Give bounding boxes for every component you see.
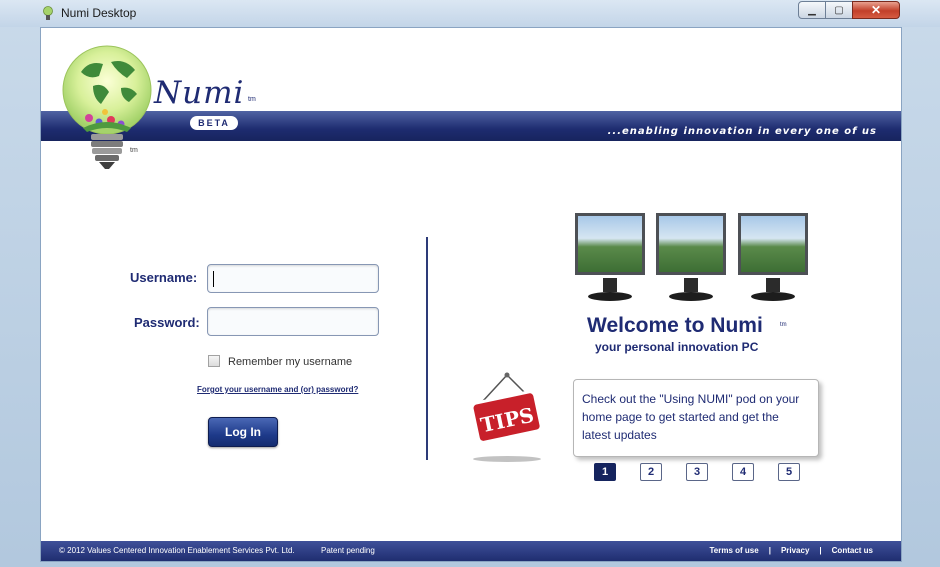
tip-page-3[interactable]: 3 (686, 463, 708, 481)
welcome-trademark: tm (780, 322, 787, 328)
monitor-image-right (735, 210, 811, 306)
close-button[interactable]: ✕ (852, 1, 900, 19)
tips-sign-icon: TIPS (470, 372, 543, 462)
tip-page-4[interactable]: 4 (732, 463, 754, 481)
text-caret (213, 271, 214, 287)
patent-text: Patent pending (321, 546, 375, 555)
vertical-divider (426, 237, 428, 460)
tagline: ...enabling innovation in every one of u… (607, 126, 877, 137)
bulb-trademark: tm (130, 147, 138, 154)
lightbulb-globe-logo (62, 45, 152, 169)
tip-page-1[interactable]: 1 (594, 463, 616, 481)
tip-text: Check out the "Using NUMI" pod on your h… (582, 392, 800, 442)
contact-link[interactable]: Contact us (832, 546, 873, 555)
window-title: Numi Desktop (61, 6, 137, 20)
welcome-subtitle: your personal innovation PC (595, 340, 759, 354)
terms-link[interactable]: Terms of use (709, 546, 758, 555)
monitor-image-center (653, 210, 729, 306)
numi-logo-text: Numi (154, 75, 245, 111)
password-label: Password: (134, 315, 200, 330)
remember-username-checkbox[interactable] (208, 355, 220, 367)
forgot-credentials-link[interactable]: Forgot your username and (or) password? (197, 385, 358, 394)
minimize-button[interactable]: ▁ (798, 1, 826, 19)
privacy-link[interactable]: Privacy (781, 546, 809, 555)
welcome-title: Welcome to Numi (587, 314, 763, 337)
password-field[interactable] (207, 307, 379, 336)
username-field[interactable] (207, 264, 379, 293)
bulb-app-icon (43, 6, 53, 20)
logo-trademark: tm (248, 96, 256, 103)
tip-page-5[interactable]: 5 (778, 463, 800, 481)
footer-links: Terms of use | Privacy | Contact us (709, 546, 873, 555)
app-window: Numi Desktop ▁ ▢ ✕ ...enabling innovatio… (0, 0, 940, 567)
main-content: ...enabling innovation in every one of u… (40, 27, 902, 562)
tip-message-box: Check out the "Using NUMI" pod on your h… (573, 379, 819, 457)
footer-separator: | (819, 546, 822, 555)
footer-bar: © 2012 Values Centered Innovation Enable… (41, 541, 901, 561)
maximize-button[interactable]: ▢ (825, 1, 853, 19)
footer-separator: | (768, 546, 771, 555)
window-controls: ▁ ▢ ✕ (798, 1, 900, 19)
copyright-text: © 2012 Values Centered Innovation Enable… (59, 546, 295, 555)
monitor-image-left (572, 210, 648, 306)
username-label: Username: (130, 270, 198, 285)
tips-pager: 1 2 3 4 5 (594, 463, 824, 481)
title-bar[interactable]: Numi Desktop ▁ ▢ ✕ (0, 0, 940, 27)
remember-username-label[interactable]: Remember my username (228, 356, 352, 368)
tip-page-2[interactable]: 2 (640, 463, 662, 481)
beta-badge: BETA (190, 116, 238, 130)
login-button[interactable]: Log In (208, 417, 278, 447)
